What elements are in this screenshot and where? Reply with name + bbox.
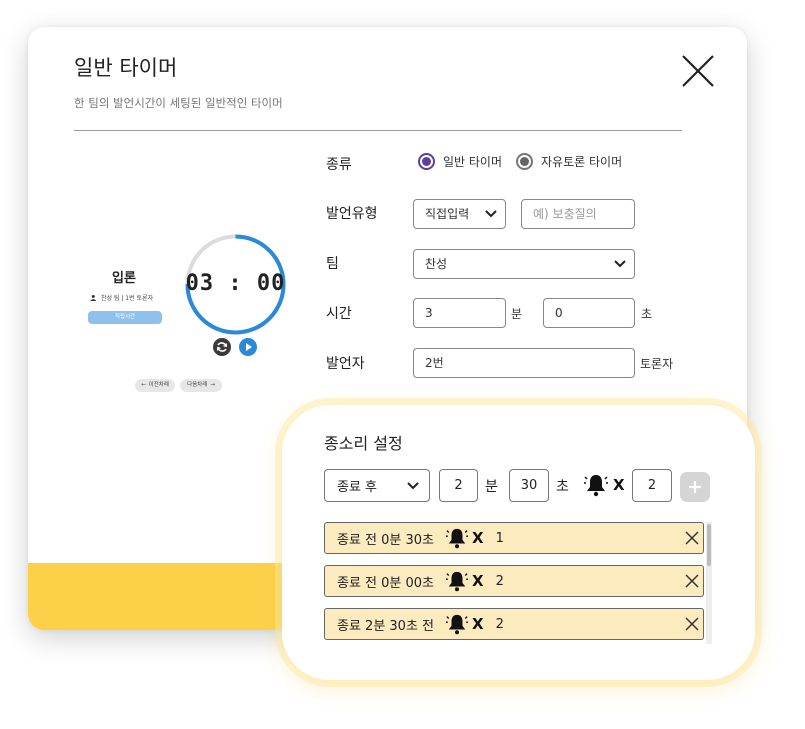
bell-seconds-value: 30 [520, 478, 538, 493]
bell-minutes-unit: 분 [485, 479, 498, 495]
bell-timing-value: 종료 후 [337, 480, 378, 495]
bell-minutes-input[interactable]: 2 [439, 469, 478, 502]
bell-item-count: 1 [495, 530, 504, 546]
preview-next-label: 다음차례 [187, 382, 208, 388]
preview-reset-button[interactable] [213, 338, 231, 356]
arrow-left-icon: ← [141, 382, 146, 388]
bell-settings-title: 종소리 설정 [324, 434, 403, 453]
minutes-input[interactable]: 3 [413, 298, 506, 328]
preview-direct-time-button[interactable]: 직접시간 [88, 311, 162, 324]
preview-team-text: 찬성 팀 | 1번 토론자 [101, 295, 154, 302]
bell-ringing-icon [446, 571, 469, 592]
bell-ringing-icon [446, 614, 469, 635]
seconds-input[interactable]: 0 [543, 298, 635, 328]
speech-type-select[interactable]: 직접입력 [413, 199, 506, 229]
radio-general-timer[interactable] [418, 153, 435, 170]
speaker-unit: 토론자 [640, 357, 674, 371]
modal-subtitle: 한 팀의 발언시간이 세팅된 일반적인 타이머 [74, 96, 283, 110]
preview-timer-display: 03 : 00 [185, 271, 286, 296]
minutes-unit: 분 [511, 307, 523, 321]
chevron-down-icon [614, 260, 626, 268]
bell-count-value: 2 [647, 478, 657, 493]
bell-ringing-icon [584, 475, 608, 497]
bell-item-text: 종료 2분 30초 전 [337, 618, 435, 634]
radio-free-debate-timer-label: 자유토론 타이머 [541, 155, 623, 169]
bell-timing-select[interactable]: 종료 후 [324, 469, 430, 502]
speech-type-input[interactable]: 예) 보충질의 [521, 199, 635, 229]
bell-list: 종료 전 0분 30초 X 1 종료 전 0분 00초 X 2 종료 2분 30… [324, 522, 714, 644]
bell-item-text: 종료 전 0분 00초 [337, 575, 435, 591]
preview-team-info: 찬성 팀 | 1번 토론자 [90, 293, 153, 302]
speech-type-label: 발언유형 [326, 206, 378, 222]
bell-item-count: 2 [495, 616, 504, 632]
speech-type-placeholder: 예) 보충질의 [533, 207, 597, 221]
speaker-label: 발언자 [326, 356, 365, 372]
bell-seconds-unit: 초 [556, 479, 569, 495]
chevron-down-icon [407, 481, 419, 489]
arrow-right-icon: → [210, 382, 215, 388]
seconds-unit: 초 [641, 307, 653, 321]
close-icon [682, 55, 714, 87]
preview-play-button[interactable] [239, 338, 257, 356]
bell-multiply-sign: X [613, 476, 625, 494]
modal-divider [74, 130, 682, 131]
bell-list-item: 종료 전 0분 30초 X 1 [324, 522, 704, 554]
bell-seconds-input[interactable]: 30 [509, 469, 549, 502]
radio-free-debate-timer[interactable] [516, 153, 534, 170]
team-select[interactable]: 찬성 [413, 249, 635, 279]
speaker-value: 2번 [425, 356, 444, 370]
radio-general-timer-label: 일반 타이머 [443, 155, 503, 169]
play-icon [246, 343, 252, 351]
delete-icon[interactable] [683, 529, 701, 547]
bell-item-multiply: X [472, 615, 484, 633]
bell-minutes-value: 2 [454, 478, 463, 493]
preview-prev-label: 이전차례 [148, 382, 169, 388]
preview-prev-button[interactable]: ← 이전차례 [135, 379, 175, 392]
bell-item-count: 2 [495, 573, 504, 589]
bell-settings-card: 종소리 설정 종료 후 2 분 30 초 X 2 종료 전 0분 30초 X 1… [282, 405, 755, 680]
speech-type-value: 직접입력 [425, 207, 470, 221]
bell-item-text: 종료 전 0분 30초 [337, 532, 435, 548]
close-button[interactable] [678, 51, 718, 91]
seconds-value: 0 [555, 306, 563, 320]
minutes-value: 3 [425, 306, 433, 320]
team-value: 찬성 [425, 257, 448, 271]
time-label: 시간 [326, 306, 352, 322]
bell-item-multiply: X [472, 529, 484, 547]
reset-icon [216, 342, 228, 352]
bell-list-scroll-thumb[interactable] [707, 524, 711, 566]
modal-title: 일반 타이머 [74, 56, 178, 80]
bell-list-item: 종료 전 0분 00초 X 2 [324, 565, 704, 597]
speaker-input[interactable]: 2번 [413, 348, 635, 378]
bell-count-input[interactable]: 2 [632, 469, 672, 502]
delete-icon[interactable] [683, 572, 701, 590]
chevron-down-icon [485, 210, 497, 218]
preview-speech-title: 입론 [112, 271, 136, 286]
bell-item-multiply: X [472, 572, 484, 590]
person-icon [90, 294, 97, 301]
team-label: 팀 [326, 256, 339, 272]
add-bell-button[interactable] [680, 472, 710, 502]
bell-ringing-icon [446, 528, 469, 549]
preview-next-button[interactable]: 다음차례 → [180, 379, 222, 392]
timer-type-radio-group: 일반 타이머 자유토론 타이머 [418, 153, 622, 170]
bell-list-item: 종료 2분 30초 전 X 2 [324, 608, 704, 640]
plus-icon [689, 481, 701, 493]
type-label: 종류 [326, 157, 352, 173]
delete-icon[interactable] [683, 615, 701, 633]
